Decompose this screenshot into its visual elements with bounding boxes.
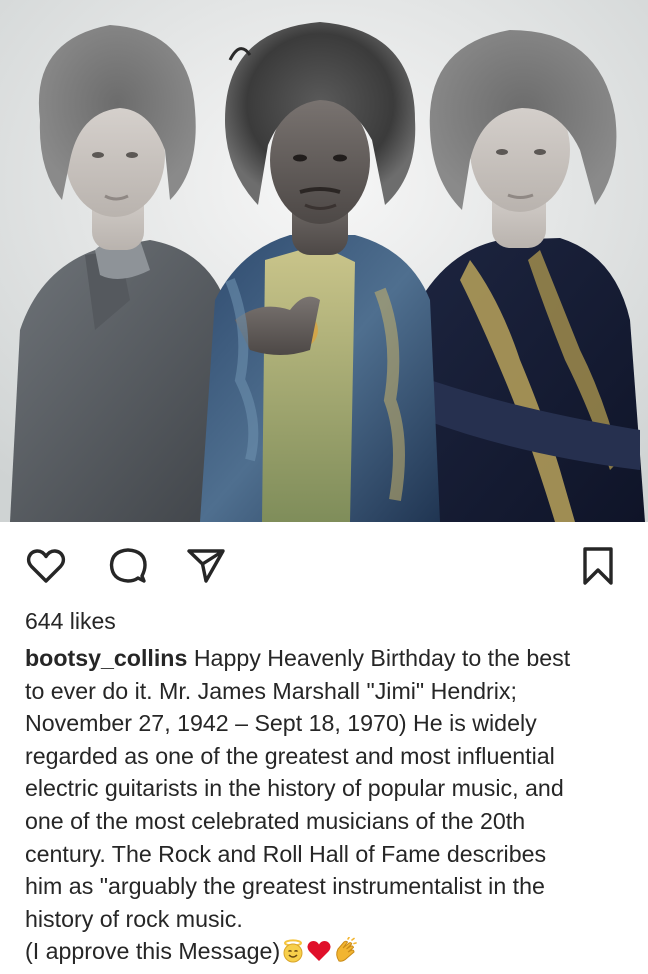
caption-text: Happy Heavenly Birthday to the best xyxy=(193,645,571,671)
red-heart-icon xyxy=(306,939,332,972)
paper-plane-icon xyxy=(187,549,225,583)
caption-line: him as "arguably the greatest instrument… xyxy=(25,873,545,900)
caption-line: electric guitarists in the history of po… xyxy=(25,775,564,802)
post-action-bar xyxy=(0,522,648,614)
bookmark-outline-icon xyxy=(583,547,613,585)
smiling-face-halo-icon xyxy=(281,939,305,972)
caption-line: century. The Rock and Roll Hall of Fame … xyxy=(25,840,547,867)
caption-line: to ever do it. Mr. James Marshall "Jimi"… xyxy=(25,677,517,704)
caption-line: bootsy_collins Happy Heavenly Birthday t… xyxy=(25,642,625,675)
caption-line: November 27, 1942 – Sept 18, 1970) He is… xyxy=(25,710,537,737)
share-button[interactable] xyxy=(184,544,228,588)
likes-count[interactable]: 644 likes xyxy=(25,606,116,636)
caption-line-last: (I approve this Message) xyxy=(25,935,625,972)
caption-line: history of rock music. xyxy=(25,905,243,932)
clapping-hands-icon xyxy=(333,937,359,972)
username-link[interactable]: bootsy_collins xyxy=(25,645,187,671)
like-button[interactable] xyxy=(24,544,68,588)
comment-bubble-icon xyxy=(109,548,147,583)
heart-outline-icon xyxy=(26,549,66,583)
save-button[interactable] xyxy=(576,544,620,588)
comment-button[interactable] xyxy=(106,544,150,588)
post-photo-illustration xyxy=(0,0,648,522)
caption-text: (I approve this Message) xyxy=(25,938,281,965)
post-caption: bootsy_collins Happy Heavenly Birthday t… xyxy=(25,642,625,972)
caption-line: one of the most celebrated musicians of … xyxy=(25,807,526,834)
post-photo[interactable] xyxy=(0,0,648,522)
caption-line: regarded as one of the greatest and most… xyxy=(25,742,555,769)
